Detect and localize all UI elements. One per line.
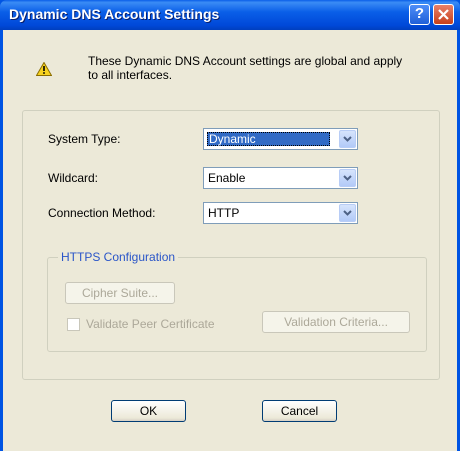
validate-peer-label: Validate Peer Certificate [86, 317, 215, 331]
wildcard-label: Wildcard: [48, 171, 99, 185]
chevron-down-icon [343, 210, 352, 216]
wildcard-select[interactable]: Enable [203, 167, 358, 189]
wildcard-value: Enable [208, 171, 246, 185]
dialog-body: These Dynamic DNS Account settings are g… [3, 30, 457, 451]
system-type-selection: Dynamic [207, 132, 330, 146]
system-type-select[interactable]: Dynamic [203, 128, 358, 150]
close-icon [438, 9, 449, 20]
cancel-button[interactable]: Cancel [262, 400, 337, 422]
cipher-suite-button[interactable]: Cipher Suite... [65, 282, 175, 304]
system-type-label: System Type: [48, 132, 121, 146]
connection-method-label: Connection Method: [48, 206, 156, 220]
window-title: Dynamic DNS Account Settings [9, 6, 220, 22]
connection-method-value: HTTP [208, 206, 240, 220]
warning-icon [36, 62, 52, 76]
chevron-down-icon [343, 175, 352, 181]
chevron-down-icon [343, 136, 352, 142]
dialog-window: Dynamic DNS Account Settings ? These Dyn… [0, 0, 460, 451]
https-configuration-legend: HTTPS Configuration [58, 250, 179, 264]
https-configuration-group [47, 257, 427, 352]
system-type-value: Dynamic [209, 132, 256, 146]
validation-criteria-button[interactable]: Validation Criteria... [262, 311, 410, 333]
connection-method-select[interactable]: HTTP [203, 202, 358, 224]
help-button[interactable]: ? [409, 4, 430, 25]
help-icon: ? [414, 5, 425, 22]
connection-method-dropdown-button[interactable] [339, 204, 356, 222]
title-bar[interactable]: Dynamic DNS Account Settings ? [0, 0, 460, 30]
ok-button[interactable]: OK [111, 400, 186, 422]
global-settings-notice: These Dynamic DNS Account settings are g… [88, 54, 403, 82]
wildcard-dropdown-button[interactable] [339, 169, 356, 187]
system-type-dropdown-button[interactable] [339, 130, 356, 148]
validate-peer-checkbox[interactable] [67, 318, 80, 331]
close-button[interactable] [433, 4, 454, 25]
